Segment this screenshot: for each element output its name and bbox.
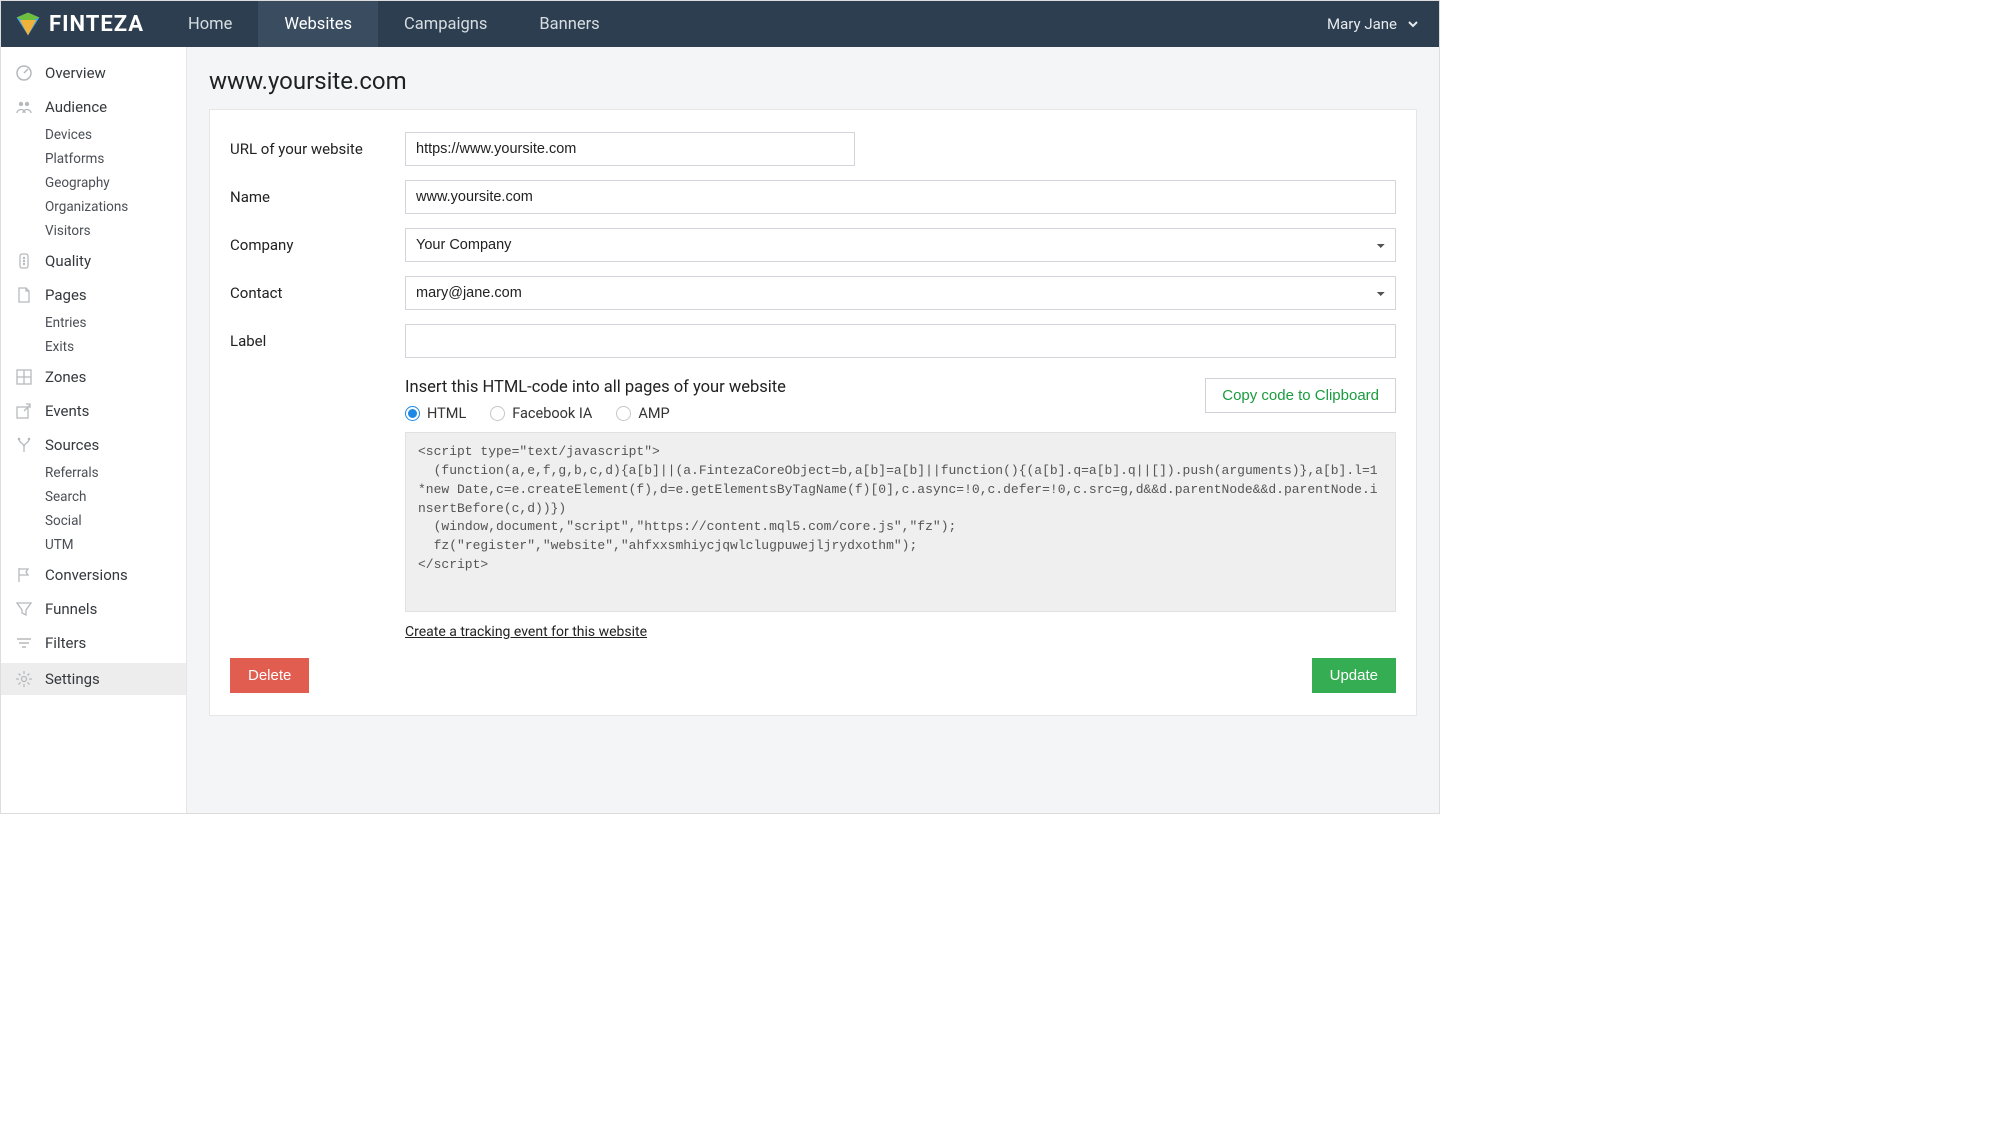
sidebar-item-label: Settings	[45, 670, 100, 688]
radio-dot-icon	[616, 406, 631, 421]
update-button[interactable]: Update	[1312, 658, 1396, 693]
create-tracking-event-link[interactable]: Create a tracking event for this website	[405, 624, 647, 640]
sidebar-sub-devices[interactable]: Devices	[1, 123, 186, 147]
label-label: Label	[230, 332, 405, 350]
sidebar-item-label: Events	[45, 402, 89, 420]
radio-dot-icon	[405, 406, 420, 421]
nav-websites[interactable]: Websites	[258, 1, 378, 47]
sidebar-item-label: Filters	[45, 634, 86, 652]
sidebar-item-quality[interactable]: Quality	[1, 245, 186, 277]
page-icon	[15, 286, 33, 304]
page-title: www.yoursite.com	[209, 67, 1417, 95]
label-name: Name	[230, 188, 405, 206]
chevron-down-icon	[1407, 18, 1419, 30]
code-caption: Insert this HTML-code into all pages of …	[405, 378, 1185, 397]
sidebar-item-label: Sources	[45, 436, 99, 454]
nav-campaigns[interactable]: Campaigns	[378, 1, 513, 47]
sidebar-sub-utm[interactable]: UTM	[1, 533, 186, 557]
sidebar-sub-referrals[interactable]: Referrals	[1, 461, 186, 485]
sidebar-item-label: Quality	[45, 252, 91, 270]
brand-logo[interactable]: FINTEZA	[1, 11, 162, 37]
sidebar-item-pages[interactable]: Pages	[1, 279, 186, 311]
topbar: FINTEZA Home Websites Campaigns Banners …	[1, 1, 1439, 47]
sidebar-sub-exits[interactable]: Exits	[1, 335, 186, 359]
sidebar-sub-visitors[interactable]: Visitors	[1, 219, 186, 243]
radio-dot-icon	[490, 406, 505, 421]
radio-html[interactable]: HTML	[405, 405, 466, 422]
label-contact: Contact	[230, 284, 405, 302]
sidebar-item-settings[interactable]: Settings	[1, 663, 186, 695]
sidebar-sub-organizations[interactable]: Organizations	[1, 195, 186, 219]
sidebar-item-audience[interactable]: Audience	[1, 91, 186, 123]
popout-icon	[15, 402, 33, 420]
merge-icon	[15, 436, 33, 454]
sidebar-item-label: Conversions	[45, 566, 128, 584]
top-nav: Home Websites Campaigns Banners	[162, 1, 626, 47]
sidebar-item-sources[interactable]: Sources	[1, 429, 186, 461]
contact-select[interactable]: mary@jane.com	[405, 276, 1396, 310]
radio-fbia[interactable]: Facebook IA	[490, 405, 592, 422]
code-format-radios: HTML Facebook IA AMP	[405, 405, 1185, 422]
nav-banners[interactable]: Banners	[513, 1, 625, 47]
copy-code-button[interactable]: Copy code to Clipboard	[1205, 378, 1396, 413]
sidebar-item-label: Overview	[45, 64, 106, 82]
sidebar-sub-search[interactable]: Search	[1, 485, 186, 509]
company-select[interactable]: Your Company	[405, 228, 1396, 262]
sidebar: Overview Audience Devices Platforms Geog…	[1, 47, 187, 813]
filter-lines-icon	[15, 634, 33, 652]
funnel-icon	[15, 600, 33, 618]
radio-amp[interactable]: AMP	[616, 405, 669, 422]
traffic-light-icon	[15, 252, 33, 270]
sidebar-item-label: Funnels	[45, 600, 97, 618]
main-content: www.yoursite.com URL of your website Nam…	[187, 47, 1439, 813]
label-url: URL of your website	[230, 140, 405, 158]
nav-home[interactable]: Home	[162, 1, 258, 47]
sidebar-item-funnels[interactable]: Funnels	[1, 593, 186, 625]
sidebar-item-overview[interactable]: Overview	[1, 57, 186, 89]
delete-button[interactable]: Delete	[230, 658, 309, 693]
sidebar-item-label: Audience	[45, 98, 107, 116]
brand-text: FINTEZA	[49, 12, 144, 37]
code-snippet[interactable]: <script type="text/javascript"> (functio…	[405, 432, 1396, 612]
grid-icon	[15, 368, 33, 386]
sidebar-item-zones[interactable]: Zones	[1, 361, 186, 393]
flag-icon	[15, 566, 33, 584]
gear-icon	[15, 670, 33, 688]
label-company: Company	[230, 236, 405, 254]
settings-card: URL of your website Name Company Your Co…	[209, 109, 1417, 716]
url-input[interactable]	[405, 132, 855, 166]
sidebar-sub-platforms[interactable]: Platforms	[1, 147, 186, 171]
sidebar-item-label: Zones	[45, 368, 86, 386]
label-input[interactable]	[405, 324, 1396, 358]
sidebar-item-events[interactable]: Events	[1, 395, 186, 427]
user-menu[interactable]: Mary Jane	[1307, 15, 1439, 33]
gauge-icon	[15, 64, 33, 82]
sidebar-item-label: Pages	[45, 286, 87, 304]
sidebar-item-conversions[interactable]: Conversions	[1, 559, 186, 591]
user-name: Mary Jane	[1327, 15, 1397, 33]
sidebar-sub-entries[interactable]: Entries	[1, 311, 186, 335]
sidebar-item-filters[interactable]: Filters	[1, 627, 186, 659]
finteza-logo-icon	[15, 11, 41, 37]
people-icon	[15, 98, 33, 116]
name-input[interactable]	[405, 180, 1396, 214]
sidebar-sub-geography[interactable]: Geography	[1, 171, 186, 195]
sidebar-sub-social[interactable]: Social	[1, 509, 186, 533]
